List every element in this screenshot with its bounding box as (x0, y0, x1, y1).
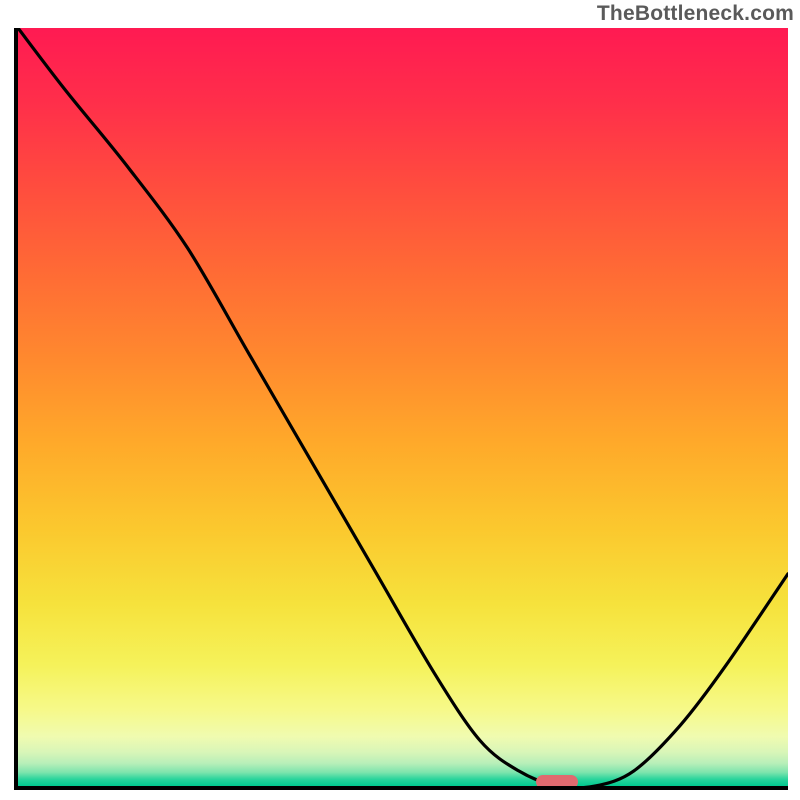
bottleneck-curve (18, 28, 788, 786)
chart-container: TheBottleneck.com (0, 0, 800, 800)
optimal-marker (536, 775, 578, 789)
watermark-text: TheBottleneck.com (597, 2, 794, 26)
plot-area (14, 28, 788, 790)
curve-path (18, 28, 788, 786)
